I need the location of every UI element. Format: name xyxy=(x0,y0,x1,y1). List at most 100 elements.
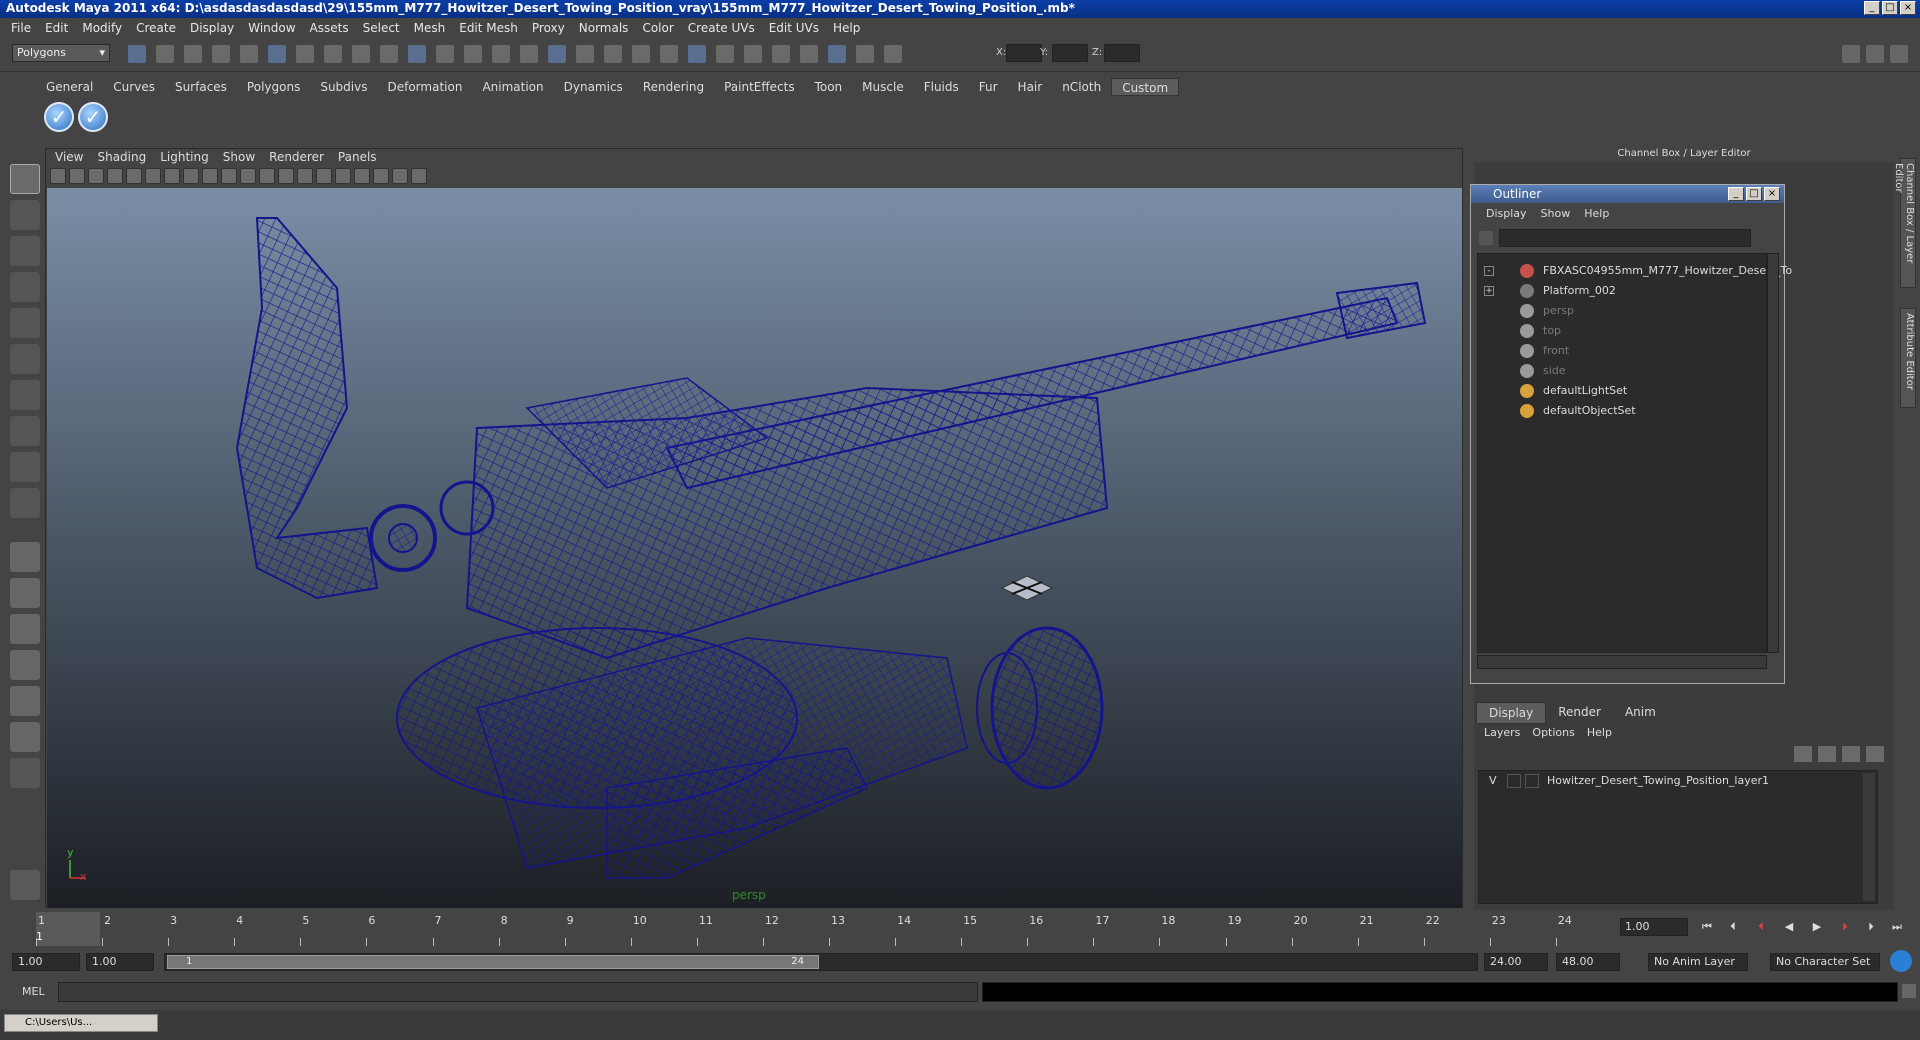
range-slider-thumb[interactable]: 1 24 xyxy=(167,955,819,969)
shelf-tab-muscle[interactable]: Muscle xyxy=(852,78,914,96)
menu-file[interactable]: File xyxy=(4,21,38,35)
select-hierarchy-icon[interactable] xyxy=(212,45,230,63)
grid-icon[interactable] xyxy=(126,168,142,184)
perspective-viewport[interactable] xyxy=(47,188,1462,908)
outliner-item[interactable]: persp xyxy=(1478,302,1768,320)
outliner-item[interactable]: + Platform_002 xyxy=(1478,282,1768,300)
panel-menu-renderer[interactable]: Renderer xyxy=(262,150,331,164)
menu-edit[interactable]: Edit xyxy=(38,21,75,35)
menu-set-select[interactable]: Polygons ▾ xyxy=(12,44,110,62)
current-frame-field[interactable]: 1.00 xyxy=(1620,918,1688,936)
layer-color-swatch[interactable] xyxy=(1525,774,1539,788)
menu-create-uvs[interactable]: Create UVs xyxy=(681,21,762,35)
outliner-item[interactable]: side xyxy=(1478,362,1768,380)
playback-end-field[interactable]: 24.00 xyxy=(1484,953,1548,971)
move-layer-up-icon[interactable] xyxy=(1794,746,1812,762)
play-forwards-icon[interactable]: ▶ xyxy=(1808,920,1826,936)
select-tool-icon[interactable] xyxy=(10,164,40,194)
outliner-search-input[interactable] xyxy=(1499,229,1751,247)
render-view-icon[interactable] xyxy=(492,45,510,63)
help-line-icon[interactable] xyxy=(10,870,40,900)
menu-mesh[interactable]: Mesh xyxy=(407,21,453,35)
xray-icon[interactable] xyxy=(373,168,389,184)
channel-box-toggle-icon[interactable] xyxy=(1866,45,1884,63)
menu-create[interactable]: Create xyxy=(129,21,183,35)
command-language-label[interactable]: MEL xyxy=(22,985,45,998)
soft-mod-tool-icon[interactable] xyxy=(10,416,40,446)
menu-edit-mesh[interactable]: Edit Mesh xyxy=(452,21,525,35)
panel-menu-lighting[interactable]: Lighting xyxy=(153,150,216,164)
outliner-persp-graph-layout-icon[interactable] xyxy=(10,722,40,752)
outliner-item[interactable]: defaultObjectSet xyxy=(1478,402,1768,420)
animation-start-field[interactable]: 1.00 xyxy=(12,953,80,971)
persp-outliner-layout-icon[interactable] xyxy=(10,614,40,644)
xray-components-icon[interactable] xyxy=(411,168,427,184)
ipr-render-icon[interactable] xyxy=(548,45,566,63)
shelf-tab-subdivs[interactable]: Subdivs xyxy=(310,78,377,96)
single-perspective-layout-icon[interactable] xyxy=(10,542,40,572)
outliner-horizontal-scrollbar[interactable] xyxy=(1477,655,1767,669)
menu-assets[interactable]: Assets xyxy=(303,21,356,35)
show-manipulator-icon[interactable] xyxy=(10,452,40,482)
anim-layer-select[interactable]: No Anim Layer xyxy=(1648,953,1748,971)
use-all-lights-icon[interactable] xyxy=(316,168,332,184)
outliner-maximize-button[interactable]: □ xyxy=(1746,187,1762,201)
save-scene-icon[interactable] xyxy=(184,45,202,63)
layer-visibility-toggle[interactable]: V xyxy=(1489,774,1497,787)
lock-selection-icon[interactable] xyxy=(296,45,314,63)
isolate-select-icon[interactable] xyxy=(354,168,370,184)
outliner-minimize-button[interactable]: _ xyxy=(1728,187,1744,201)
current-time-marker[interactable] xyxy=(36,912,100,946)
shelf-tab-rendering[interactable]: Rendering xyxy=(633,78,714,96)
hypershade-layout-icon[interactable] xyxy=(10,686,40,716)
time-slider[interactable]: 1 1 2 3 4 5 6 7 8 9 10 11 12 13 14 15 16 17 18 19 20 21 22 23 2… xyxy=(14,912,1620,946)
wire-on-shaded-icon[interactable] xyxy=(278,168,294,184)
menu-window[interactable]: Window xyxy=(241,21,302,35)
menu-select[interactable]: Select xyxy=(356,21,407,35)
wireframe-icon[interactable] xyxy=(240,168,256,184)
toolbar-extra-5-icon[interactable] xyxy=(856,45,874,63)
camera-attributes-icon[interactable] xyxy=(69,168,85,184)
new-empty-layer-icon[interactable] xyxy=(1842,746,1860,762)
make-live-icon[interactable] xyxy=(436,45,454,63)
shelf-tab-polygons[interactable]: Polygons xyxy=(237,78,310,96)
outliner-item[interactable]: - FBXASC04955mm_M777_Howitzer_Desert_To xyxy=(1478,262,1792,280)
y-field[interactable] xyxy=(1052,44,1088,62)
textured-icon[interactable] xyxy=(297,168,313,184)
collapse-icon[interactable]: - xyxy=(1484,266,1494,276)
outliner-item[interactable]: front xyxy=(1478,342,1768,360)
toolbar-extra-3-icon[interactable] xyxy=(800,45,818,63)
outliner-vertical-scrollbar[interactable] xyxy=(1767,253,1779,653)
move-tool-icon[interactable] xyxy=(10,272,40,302)
shelf-tab-fluids[interactable]: Fluids xyxy=(914,78,969,96)
step-forward-key-icon[interactable]: ⏵ xyxy=(1836,920,1854,936)
range-slider[interactable]: 1 24 xyxy=(164,953,1478,971)
minimized-window-item[interactable]: C:\Users\Us... xyxy=(4,1014,158,1032)
input-ops-icon[interactable] xyxy=(660,45,678,63)
outliner-menu-show[interactable]: Show xyxy=(1534,207,1578,220)
check-shelf-button-2[interactable]: ✓ xyxy=(78,102,108,132)
playback-start-field[interactable]: 1.00 xyxy=(86,953,154,971)
check-shelf-button-1[interactable]: ✓ xyxy=(44,102,74,132)
maximize-button[interactable]: □ xyxy=(1882,1,1898,15)
paint-select-tool-icon[interactable] xyxy=(10,236,40,266)
outliner-item[interactable]: defaultLightSet xyxy=(1478,382,1768,400)
shelf-tab-fur[interactable]: Fur xyxy=(969,78,1008,96)
render-settings-icon[interactable] xyxy=(576,45,594,63)
panel-menu-panels[interactable]: Panels xyxy=(331,150,384,164)
shelf-tab-animation[interactable]: Animation xyxy=(472,78,553,96)
minimize-button[interactable]: _ xyxy=(1864,1,1880,15)
xray-joints-icon[interactable] xyxy=(392,168,408,184)
toolbar-extra-4-icon[interactable] xyxy=(828,45,846,63)
outliner-menu-help[interactable]: Help xyxy=(1577,207,1616,220)
shelf-tab-painteffects[interactable]: PaintEffects xyxy=(714,78,804,96)
layer-menu-help[interactable]: Help xyxy=(1581,726,1618,739)
shelf-tab-surfaces[interactable]: Surfaces xyxy=(165,78,237,96)
layout-toggle-icon[interactable] xyxy=(1842,45,1860,63)
resolution-gate-icon[interactable] xyxy=(164,168,180,184)
go-to-end-icon[interactable]: ⏭ xyxy=(1888,920,1906,936)
layer-row[interactable]: V Howitzer_Desert_Towing_Position_layer1 xyxy=(1479,771,1865,791)
tab-layer-anim[interactable]: Anim xyxy=(1613,702,1668,724)
shelf-tab-curves[interactable]: Curves xyxy=(103,78,165,96)
hypershade-icon[interactable] xyxy=(604,45,622,63)
